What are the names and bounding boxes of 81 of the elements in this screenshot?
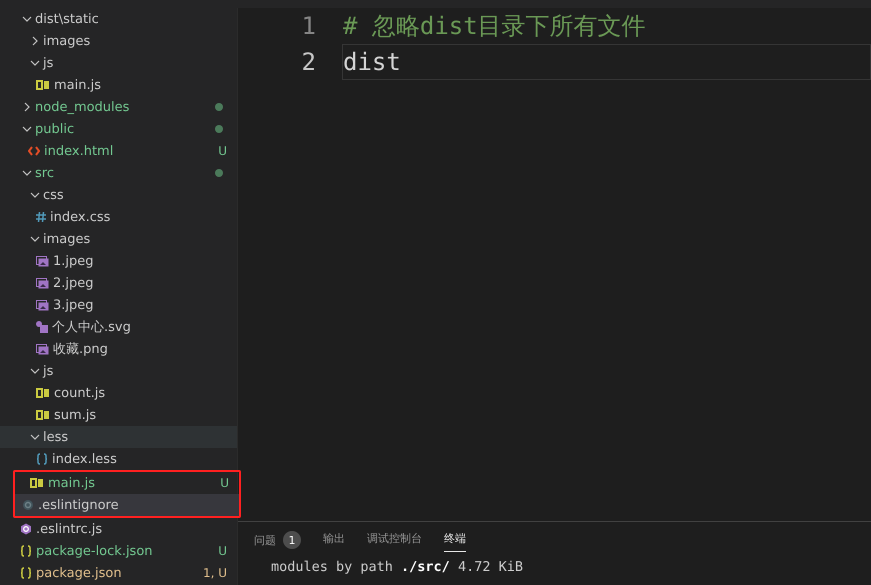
file-name: main.js: [48, 476, 96, 490]
hexagon-icon: [20, 523, 32, 535]
file-name: 3.jpeg: [53, 298, 95, 312]
panel-tab[interactable]: 终端: [444, 531, 466, 552]
folder-row[interactable]: css: [0, 184, 237, 206]
panel-tab[interactable]: 问题 1: [254, 531, 301, 555]
folder-row[interactable]: js: [0, 52, 237, 74]
folder-row[interactable]: js: [0, 360, 237, 382]
file-name: images: [43, 34, 92, 48]
file-row[interactable]: .eslintignore: [15, 494, 239, 516]
folder-row[interactable]: less: [0, 426, 237, 448]
braces-icon: [36, 453, 48, 465]
terminal-line: modules by path ./src/ 4.72 KiB: [270, 558, 524, 575]
file-row[interactable]: main.js: [0, 74, 237, 96]
folder-row[interactable]: images: [0, 30, 237, 52]
folder-row[interactable]: images: [0, 228, 237, 250]
file-name: index.html: [44, 144, 114, 158]
file-name: main.js: [54, 78, 102, 92]
image-file-icon: [36, 344, 49, 354]
file-name: sum.js: [54, 408, 98, 422]
git-status: U: [218, 144, 227, 158]
js-file-icon: [36, 80, 50, 90]
circle-icon: [22, 499, 34, 511]
file-name: js: [43, 56, 54, 70]
file-row[interactable]: index.html U: [0, 140, 237, 162]
line-number: 1: [300, 12, 316, 40]
image-file-icon: [36, 256, 49, 266]
file-name: index.css: [50, 210, 112, 224]
folder-row[interactable]: public: [0, 118, 237, 140]
file-row[interactable]: 收藏.png: [0, 338, 237, 360]
file-name: css: [43, 188, 65, 202]
file-name: public: [35, 122, 76, 136]
file-row[interactable]: index.css: [0, 206, 237, 228]
file-name: .eslintignore: [38, 498, 120, 512]
file-name: 收藏.png: [53, 341, 109, 358]
folder-row[interactable]: node_modules: [0, 96, 237, 118]
file-row[interactable]: index.less: [0, 448, 237, 470]
file-name: less: [43, 430, 70, 444]
git-status: U: [220, 476, 229, 490]
image-file-icon: [36, 278, 49, 288]
file-name: images: [43, 232, 92, 246]
panel-tab[interactable]: 输出: [323, 531, 345, 552]
js-file-icon: [36, 388, 50, 398]
panel-tab[interactable]: 调试控制台: [367, 531, 422, 552]
file-name: dist\static: [35, 12, 100, 26]
hash-icon: [36, 212, 46, 222]
file-row[interactable]: count.js: [0, 382, 237, 404]
file-row[interactable]: main.js U: [15, 472, 239, 494]
image-file-icon: [36, 300, 49, 310]
file-row[interactable]: sum.js: [0, 404, 237, 426]
file-row[interactable]: package-lock.json U: [0, 540, 237, 562]
file-name: package.json: [36, 566, 123, 580]
line-number: 2: [300, 48, 316, 76]
file-row[interactable]: package.json 1, U: [0, 562, 237, 584]
file-name: js: [43, 364, 54, 378]
file-row[interactable]: .eslintrc.js: [0, 518, 237, 540]
file-name: 1.jpeg: [53, 254, 95, 268]
git-status: U: [218, 544, 227, 558]
file-row[interactable]: 个人中心.svg: [0, 316, 237, 338]
shapes-icon: [36, 321, 48, 333]
file-name: package-lock.json: [36, 544, 154, 558]
git-status: 1, U: [202, 566, 227, 580]
folder-row[interactable]: dist\static: [0, 8, 237, 30]
count-badge: 1: [283, 531, 301, 549]
file-name: index.less: [52, 452, 118, 466]
code-brackets-icon: [28, 146, 40, 156]
file-name: count.js: [54, 386, 106, 400]
folder-row[interactable]: src: [0, 162, 237, 184]
file-name: node_modules: [35, 100, 130, 114]
code-comment: # 忽略dist目录下所有文件: [342, 11, 647, 42]
js-file-icon: [36, 410, 50, 420]
braces-icon: [20, 545, 32, 557]
braces-icon: [20, 567, 32, 579]
file-row[interactable]: 2.jpeg: [0, 272, 237, 294]
file-name: 2.jpeg: [53, 276, 95, 290]
file-row[interactable]: 3.jpeg: [0, 294, 237, 316]
file-name: .eslintrc.js: [36, 522, 104, 536]
file-row[interactable]: 1.jpeg: [0, 250, 237, 272]
file-name: src: [35, 166, 55, 180]
file-name: 个人中心.svg: [52, 319, 132, 336]
js-file-icon: [30, 478, 44, 488]
